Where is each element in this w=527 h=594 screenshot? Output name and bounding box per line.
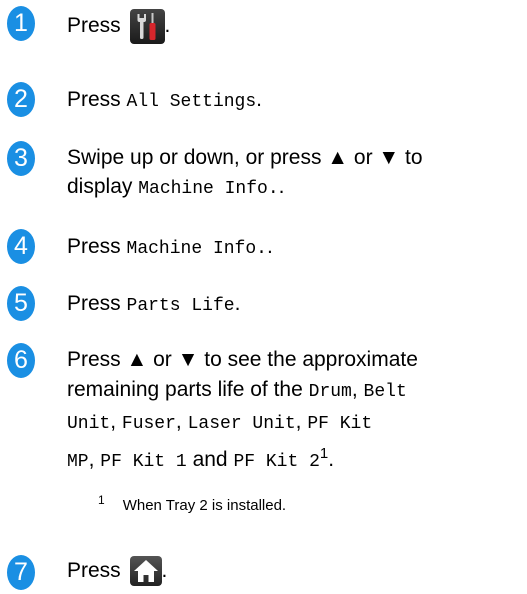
step-number-2: 2	[7, 82, 35, 117]
step-number-3: 3	[7, 141, 35, 176]
menu-machine-info: Machine Info.	[138, 179, 279, 199]
menu-parts-life: Parts Life	[126, 296, 235, 316]
part-laser-unit: Laser Unit	[187, 414, 296, 434]
menu-all-settings: All Settings	[126, 92, 257, 112]
step-7-text: Press .	[67, 556, 522, 587]
step-number-1: 1	[7, 6, 35, 41]
menu-machine-info: Machine Info.	[126, 239, 267, 259]
part-unit: Unit	[67, 414, 111, 434]
step-1-text: Press .	[67, 9, 522, 44]
home-icon	[129, 556, 162, 587]
part-pf-kit-1: PF Kit 1	[100, 452, 187, 472]
step-number-7: 7	[7, 555, 35, 590]
footnote-mark: 1	[98, 493, 105, 507]
step-5-text: Press Parts Life.	[67, 292, 241, 316]
part-pf-kit-2: PF Kit 2	[233, 452, 320, 472]
settings-tools-icon	[129, 9, 165, 44]
footnote: 1 When Tray 2 is installed.	[98, 493, 286, 514]
footnote-ref: 1	[319, 445, 329, 462]
step-number-6: 6	[7, 343, 35, 378]
part-belt: Belt	[363, 382, 407, 402]
part-drum: Drum	[308, 382, 352, 402]
step-2-text: Press All Settings.	[67, 88, 262, 112]
part-pf-kit: PF Kit	[307, 414, 373, 434]
step-3-text: Swipe up or down, or press ▲ or ▼ to dis…	[67, 146, 423, 199]
part-fuser: Fuser	[121, 414, 176, 434]
step-4-text: Press Machine Info..	[67, 235, 273, 259]
part-mp: MP	[67, 452, 89, 472]
step-number-4: 4	[7, 229, 35, 264]
footnote-text: When Tray 2 is installed.	[122, 497, 287, 514]
press-label: Press	[67, 14, 121, 38]
step-number-5: 5	[7, 286, 35, 321]
step-6-text: Press ▲ or ▼ to see the approximate rema…	[67, 348, 418, 472]
